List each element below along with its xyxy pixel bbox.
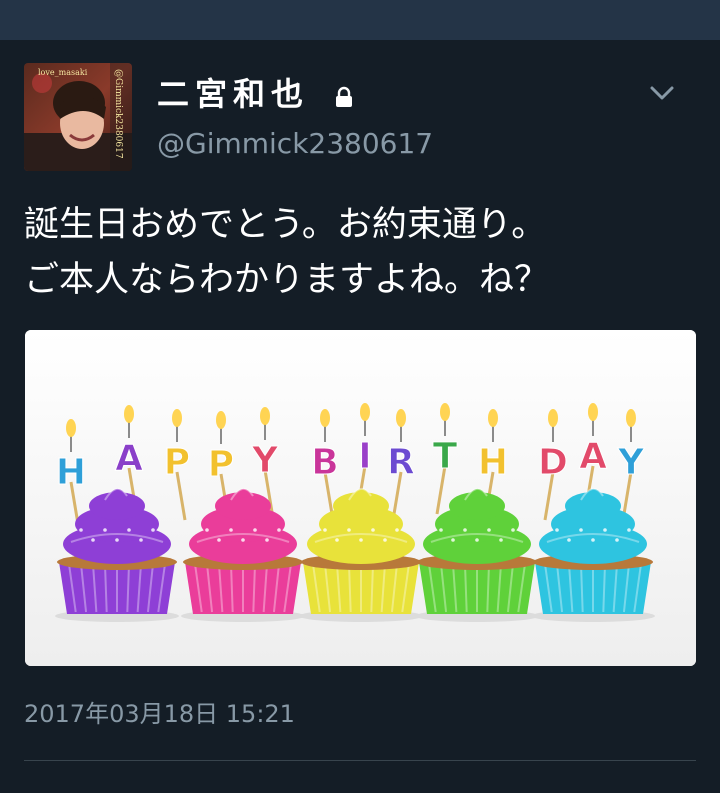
svg-text:H: H [56,452,86,493]
svg-text:I: I [358,436,371,477]
birthday-cupcakes-image: HAPPYBIRTHDAY [25,330,696,666]
svg-text:Y: Y [617,442,645,483]
svg-text:T: T [433,436,458,477]
avatar-watermark: @Gimmick2380617 love_masaki [38,68,123,159]
user-handle[interactable]: @Gimmick2380617 [157,124,433,164]
svg-text:D: D [538,442,568,483]
top-app-bar [0,0,720,40]
lock-icon [336,86,352,107]
svg-text:P: P [164,442,190,483]
avatar-watermark-text-2: love_masaki [38,68,88,77]
chevron-down-icon[interactable] [648,82,676,104]
svg-text:A: A [115,438,143,479]
svg-text:A: A [579,436,607,477]
tweet-text: 誕生日おめでとう。お約束通り。 ご本人ならわかりますよね。ね？ [24,198,696,308]
svg-text:H: H [478,442,508,483]
tweet-text-line-2: ご本人ならわかりますよね。ね？ [24,260,550,300]
svg-text:R: R [387,442,415,483]
avatar[interactable]: @Gimmick2380617 love_masaki [24,63,132,171]
tweet-media-image[interactable]: HAPPYBIRTHDAY [25,330,696,666]
tweet-timestamp: 2017年03月18日 15:21 [24,700,295,728]
svg-text:P: P [208,444,234,485]
display-name[interactable]: 二宮和也 [157,72,309,116]
svg-text:Y: Y [251,440,279,481]
tweet-text-line-1: 誕生日おめでとう。お約束通り。 [24,205,547,245]
svg-text:B: B [311,442,338,483]
divider [24,760,696,761]
avatar-watermark-text: @Gimmick2380617 [113,69,123,159]
